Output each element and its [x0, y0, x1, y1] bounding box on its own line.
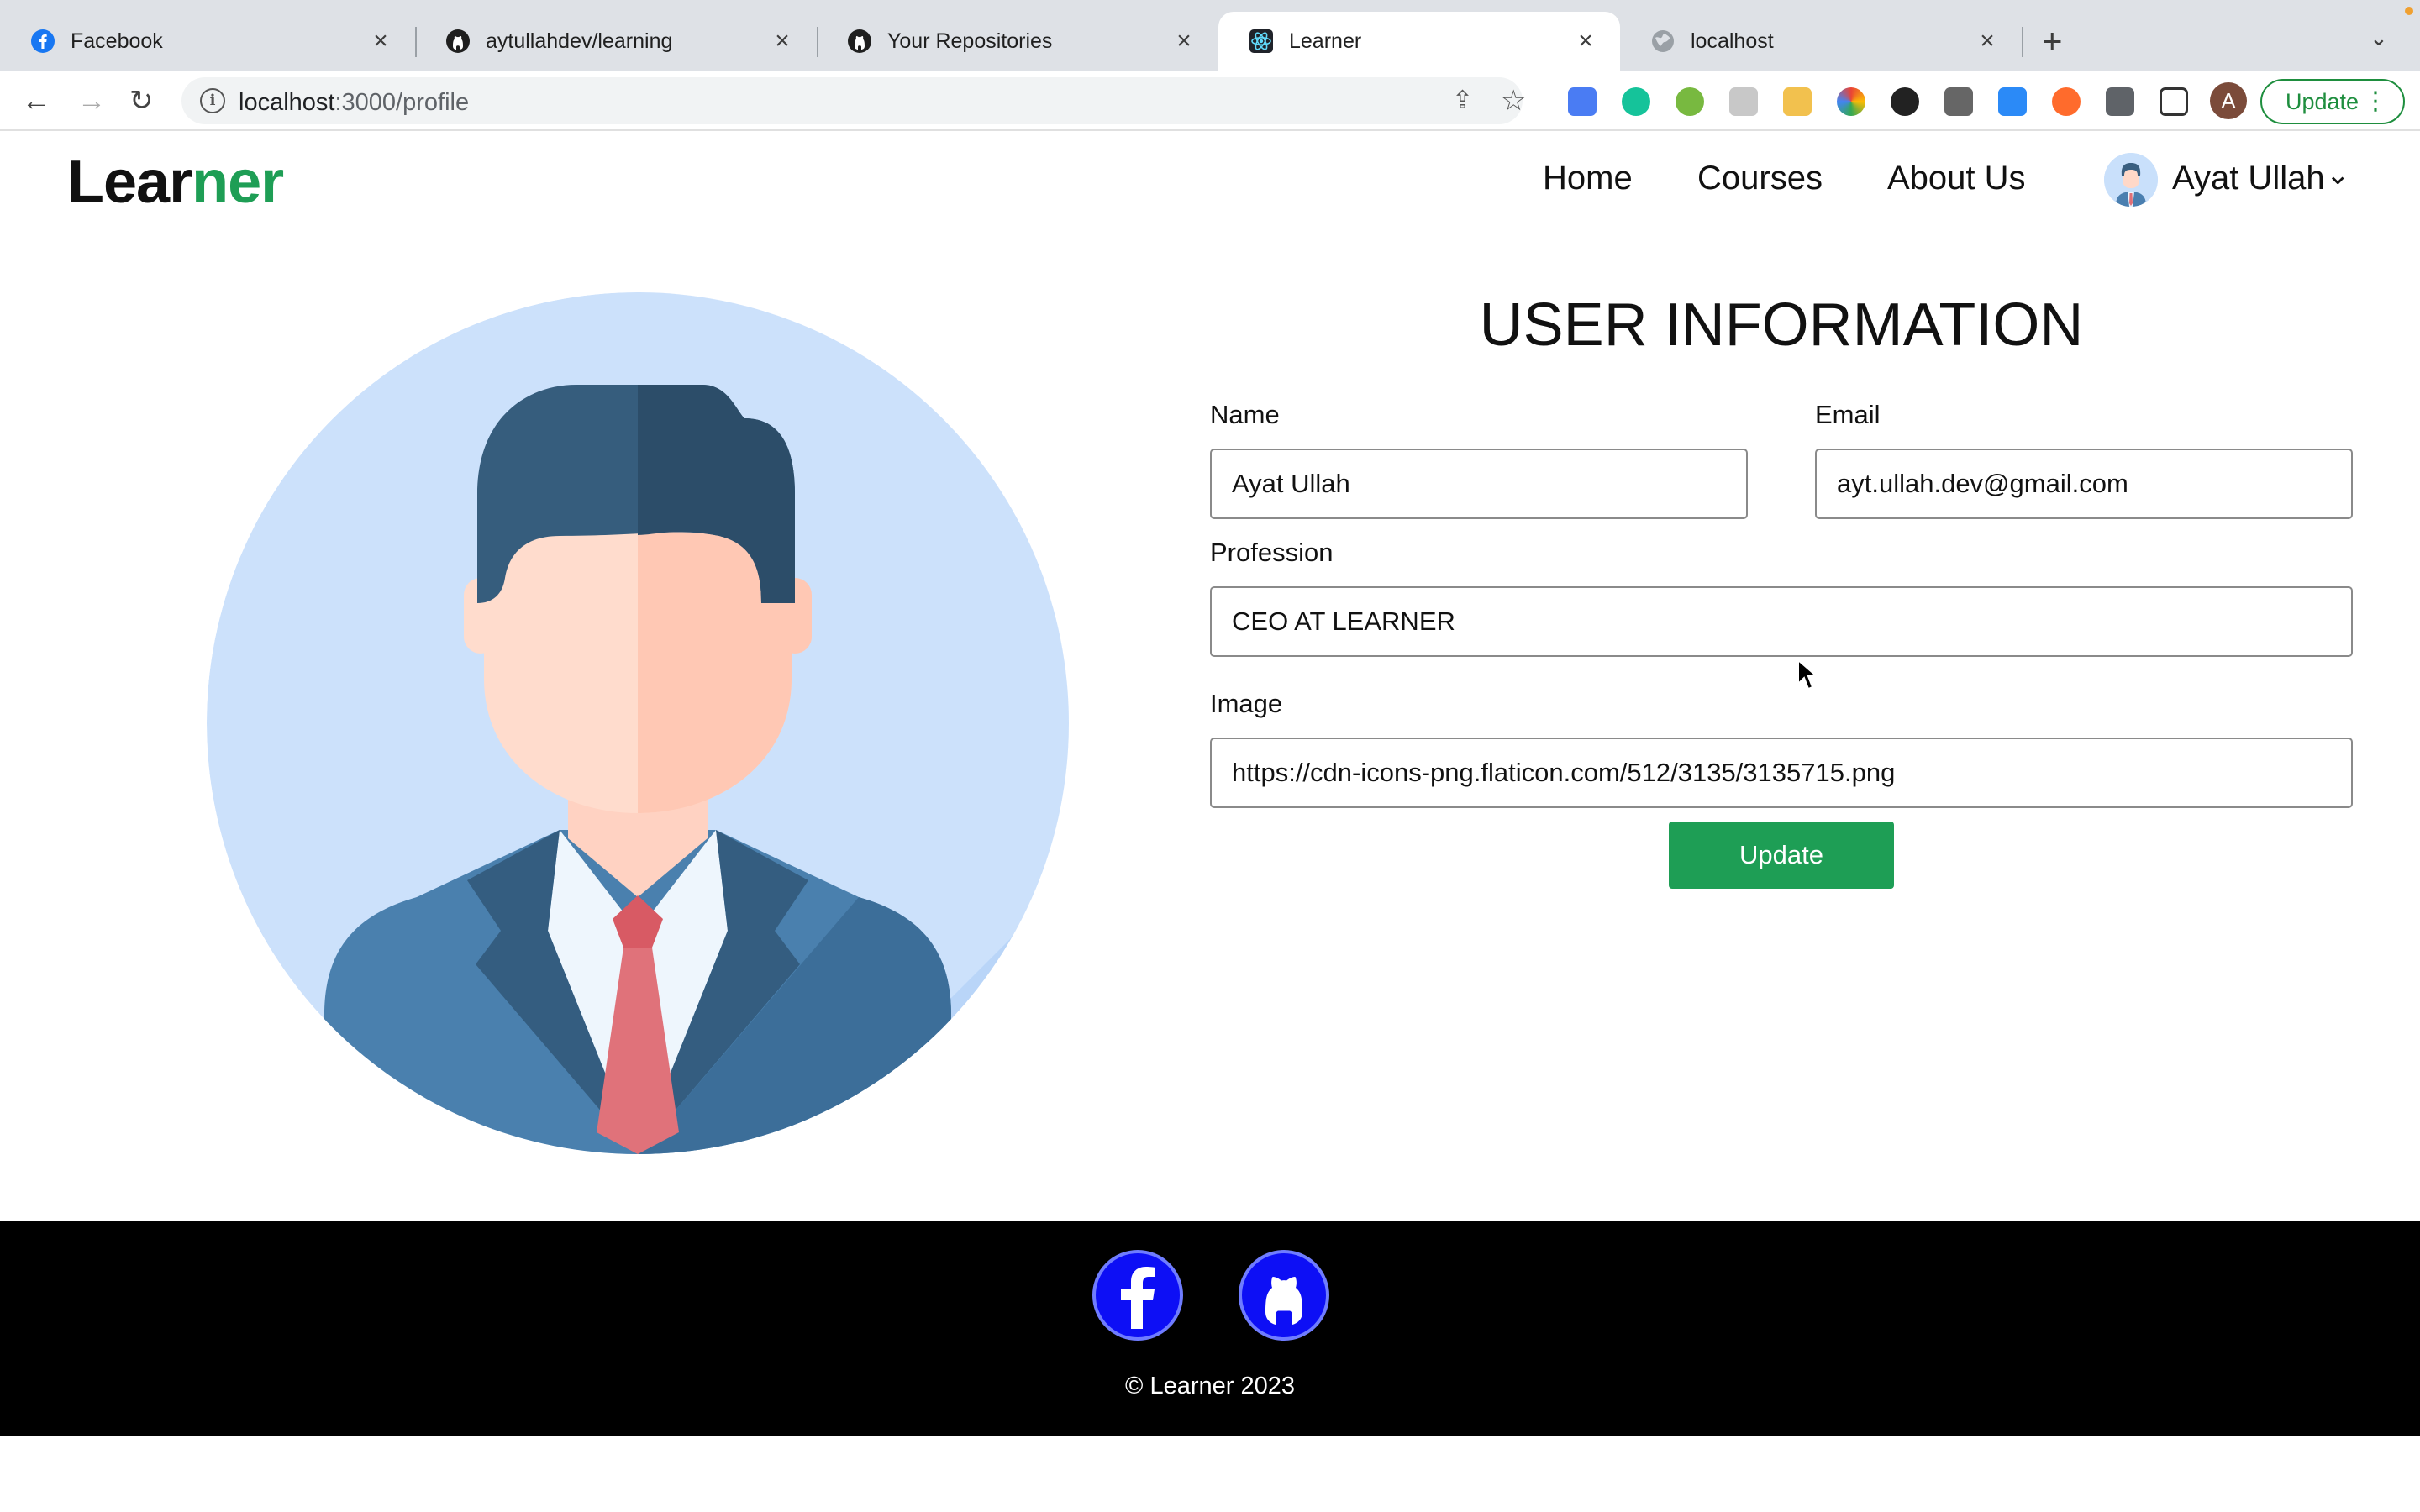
image-url-field[interactable]	[1210, 738, 2353, 808]
forward-arrow-icon[interactable]: →	[77, 84, 106, 118]
notification-dot	[2405, 7, 2413, 15]
browser-tab-facebook[interactable]: Facebook ×	[0, 12, 415, 71]
side-panel-icon[interactable]	[2160, 87, 2188, 116]
tab-title: Facebook	[71, 29, 163, 53]
bookmark-star-icon[interactable]: ☆	[1501, 84, 1526, 118]
github-icon	[1265, 1277, 1302, 1325]
chart-extension-icon[interactable]	[1783, 87, 1812, 116]
camera-extension-icon[interactable]	[1729, 87, 1758, 116]
url-path: :3000/profile	[334, 89, 470, 116]
browser-tab-localhost[interactable]: localhost ×	[1620, 12, 2022, 71]
tab-title: localhost	[1691, 29, 1774, 53]
logo-part2: ner	[192, 149, 284, 216]
github-icon	[848, 29, 871, 53]
email-label: Email	[1815, 400, 1881, 429]
name-label: Name	[1210, 400, 1280, 429]
avatar[interactable]	[2104, 153, 2158, 207]
nav-link-courses[interactable]: Courses	[1697, 160, 1823, 197]
name-field[interactable]	[1210, 449, 1748, 519]
reload-icon[interactable]: ↻	[129, 84, 154, 118]
fire-extension-icon[interactable]	[2052, 87, 2081, 116]
profession-label: Profession	[1210, 538, 1334, 567]
address-bar[interactable]: i localhost:3000/profile ⇪ ☆	[182, 77, 1526, 124]
translate-extension-icon[interactable]	[1568, 87, 1597, 116]
share-icon[interactable]: ⇪	[1452, 86, 1473, 115]
close-icon[interactable]: ×	[1975, 29, 2000, 54]
site-logo[interactable]: Learner	[67, 148, 284, 217]
logo-part1: Lear	[67, 149, 192, 216]
copyright-text: © Learner 2023	[1125, 1373, 1295, 1399]
chevron-down-icon[interactable]: ⌄	[2326, 158, 2350, 192]
info-icon[interactable]: i	[200, 88, 225, 113]
image-label: Image	[1210, 689, 1283, 718]
browser-tab-strip: Facebook × aytullahdev/learning × Your R…	[0, 0, 2420, 71]
new-tab-icon[interactable]: +	[2042, 24, 2063, 59]
user-menu-name[interactable]: Ayat Ullah	[2172, 160, 2325, 197]
plus-extension-icon[interactable]	[1676, 87, 1704, 116]
page-title: USER INFORMATION	[1479, 291, 2084, 359]
site-footer: © Learner 2023	[0, 1221, 2420, 1436]
update-button[interactable]: Update	[1669, 822, 1894, 889]
more-vert-icon[interactable]: ⋮	[2363, 81, 2388, 123]
update-label: Update	[2286, 89, 2360, 114]
email-field[interactable]	[1815, 449, 2353, 519]
grammarly-extension-icon[interactable]	[1622, 87, 1650, 116]
sync-extension-icon[interactable]	[1891, 87, 1919, 116]
tab-title: aytullahdev/learning	[486, 29, 673, 53]
react-icon	[1249, 29, 1273, 53]
facebook-icon	[31, 29, 55, 53]
browser-profile-avatar[interactable]: A	[2210, 82, 2247, 119]
profession-field[interactable]	[1210, 586, 2353, 657]
browser-tab-your-repositories[interactable]: Your Repositories ×	[817, 12, 1218, 71]
color-extension-icon[interactable]	[1837, 87, 1865, 116]
user-info-form: USER INFORMATION Name Email Profession I…	[1210, 286, 2353, 907]
url-host: localhost	[239, 89, 335, 116]
chevron-down-icon[interactable]: ⌄	[2370, 25, 2388, 51]
github-link[interactable]	[1239, 1250, 1329, 1341]
ft-extension-icon[interactable]	[1998, 87, 2027, 116]
back-arrow-icon[interactable]: ←	[22, 84, 50, 118]
close-icon[interactable]: ×	[1171, 29, 1197, 54]
tab-title: Your Repositories	[887, 29, 1053, 53]
mouse-cursor-icon	[1797, 659, 1818, 690]
browser-update-button[interactable]: Update ⋮	[2260, 79, 2405, 124]
nav-link-about-us[interactable]: About Us	[1887, 160, 2026, 197]
nav-link-home[interactable]: Home	[1543, 160, 1633, 197]
site-navbar: Learner Home Courses About Us Ayat Ullah…	[0, 133, 2420, 230]
browser-toolbar: ← → ↻ i localhost:3000/profile ⇪ ☆ A Upd…	[0, 71, 2420, 131]
facebook-icon	[1121, 1267, 1155, 1329]
facebook-link[interactable]	[1092, 1250, 1183, 1341]
eyedropper-extension-icon[interactable]	[1944, 87, 1973, 116]
github-icon	[446, 29, 470, 53]
user-avatar-icon	[2104, 153, 2158, 207]
close-icon[interactable]: ×	[1573, 29, 1598, 54]
close-icon[interactable]: ×	[770, 29, 795, 54]
close-icon[interactable]: ×	[368, 29, 393, 54]
profile-portrait-image	[207, 292, 1069, 1154]
browser-tab-github-learning[interactable]: aytullahdev/learning ×	[415, 12, 817, 71]
browser-tab-learner[interactable]: Learner ×	[1218, 12, 1620, 71]
tab-separator	[2022, 27, 2023, 57]
url-text[interactable]: localhost:3000/profile	[239, 89, 469, 117]
globe-icon	[1652, 30, 1674, 52]
tab-title: Learner	[1289, 29, 1362, 53]
puzzle-extensions-icon[interactable]	[2106, 87, 2134, 116]
